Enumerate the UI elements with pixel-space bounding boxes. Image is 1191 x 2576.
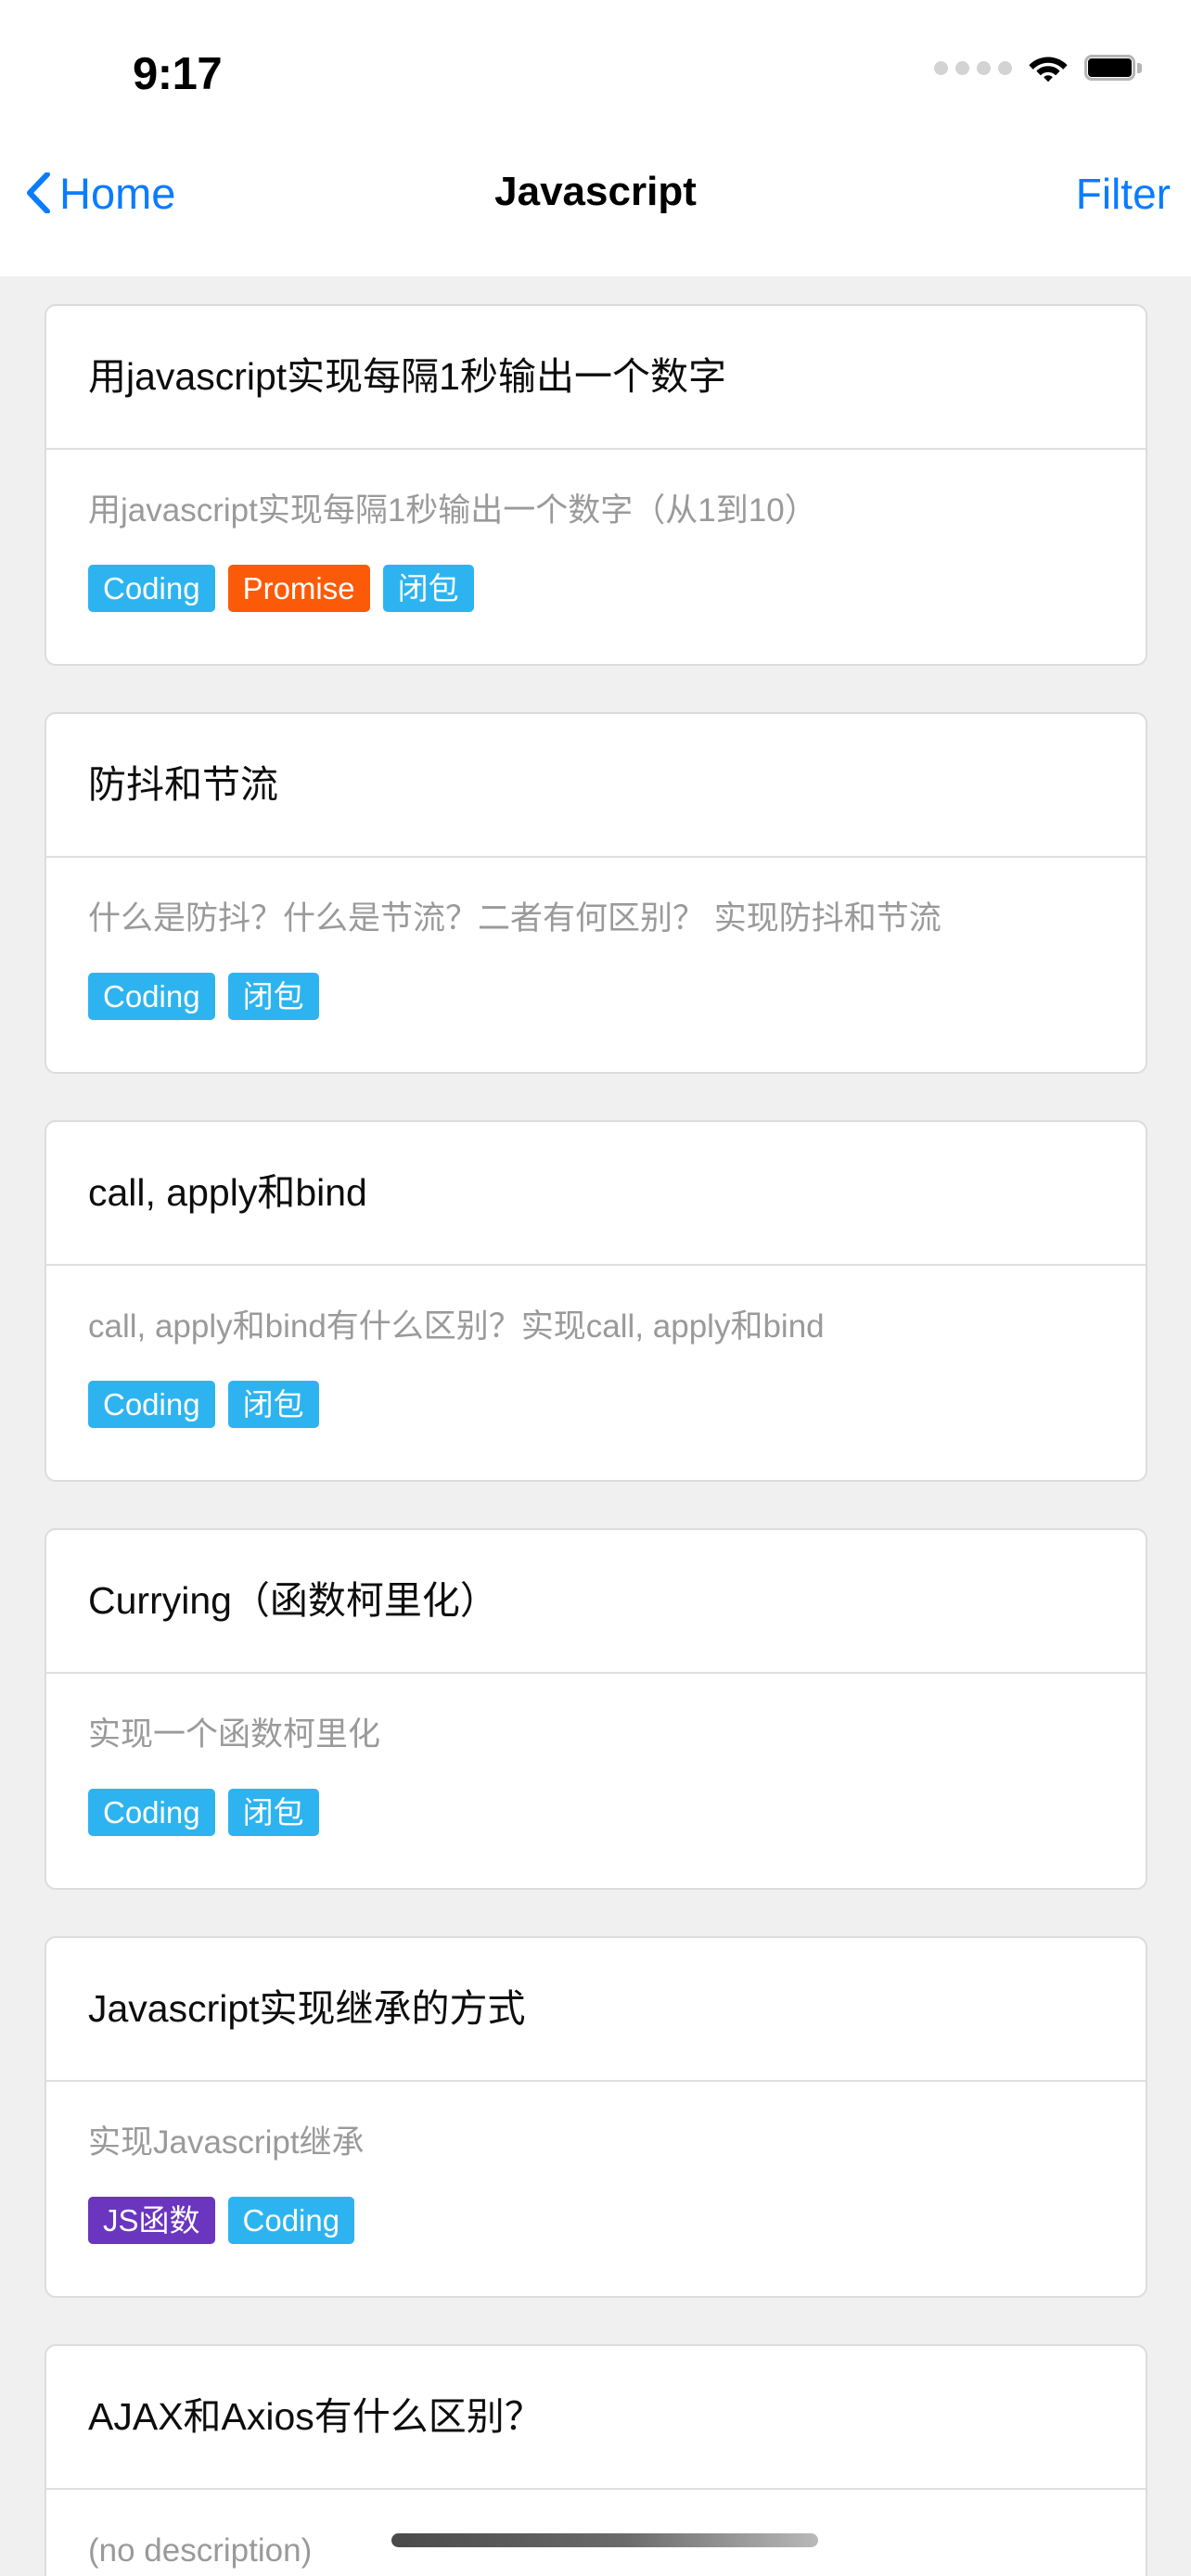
- question-tag[interactable]: 闭包: [227, 1788, 319, 1836]
- question-description: call, apply和bind有什么区别？实现call, apply和bind: [88, 1308, 825, 1345]
- question-description: 实现Javascript继承: [88, 2124, 365, 2161]
- question-title: AJAX和Axios有什么区别？: [88, 2394, 543, 2438]
- question-card-body: 实现Javascript继承 JS函数 Coding: [46, 2082, 1146, 2244]
- question-title: Currying（函数柯里化）: [88, 1578, 498, 1622]
- question-card[interactable]: 用javascript实现每隔1秒输出一个数字用javascript实现每隔1秒…: [45, 304, 1147, 666]
- question-tag[interactable]: 闭包: [382, 564, 474, 612]
- question-title: 用javascript实现每隔1秒输出一个数字: [88, 354, 726, 398]
- question-tag[interactable]: Coding: [88, 972, 215, 1020]
- battery-full-icon: [1084, 55, 1142, 81]
- question-card-header: 用javascript实现每隔1秒输出一个数字: [46, 306, 1146, 450]
- question-tag[interactable]: Coding: [88, 1788, 215, 1836]
- question-tag[interactable]: Promise: [227, 564, 370, 612]
- question-card-body: 什么是防抖？什么是节流？二者有何区别？ 实现防抖和节流 Coding 闭包: [46, 858, 1146, 1020]
- question-card-body: 用javascript实现每隔1秒输出一个数字（从1到10） Coding Prom…: [46, 450, 1146, 612]
- question-tag-list: Coding 闭包: [88, 972, 1104, 1020]
- question-tag[interactable]: JS函数: [88, 2196, 215, 2244]
- question-description: 什么是防抖？什么是节流？二者有何区别？ 实现防抖和节流: [88, 900, 941, 937]
- question-card[interactable]: 防抖和节流什么是防抖？什么是节流？二者有何区别？ 实现防抖和节流 Coding 闭包: [45, 712, 1147, 1074]
- navigation-bar: Home Javascript Filter: [0, 147, 1191, 276]
- question-card[interactable]: call, apply和bind call, apply和bind有什么区别？实现…: [45, 1120, 1147, 1482]
- question-card[interactable]: Javascript实现继承的方式实现Javascript继承 JS函数 Codin…: [45, 1936, 1147, 2298]
- home-indicator[interactable]: [391, 2533, 818, 2547]
- question-tag[interactable]: 闭包: [227, 1380, 319, 1428]
- question-title: 防抖和节流: [88, 762, 278, 806]
- question-card-header: AJAX和Axios有什么区别？: [46, 2346, 1146, 2490]
- question-tag[interactable]: Coding: [227, 2196, 355, 2244]
- status-bar-indicators: [934, 53, 1142, 83]
- question-list[interactable]: 用javascript实现每隔1秒输出一个数字用javascript实现每隔1秒…: [0, 276, 1191, 2576]
- question-card-header: 防抖和节流: [46, 714, 1146, 858]
- question-card[interactable]: Currying（函数柯里化） 实现一个函数柯里化 Coding 闭包: [45, 1528, 1147, 1890]
- question-tag-list: Coding 闭包: [88, 1788, 1104, 1836]
- question-title: Javascript实现继承的方式: [88, 1986, 526, 2030]
- question-description: 用javascript实现每隔1秒输出一个数字（从1到10）: [88, 492, 817, 529]
- question-tag[interactable]: Coding: [88, 1380, 215, 1428]
- wifi-icon: [1028, 53, 1069, 83]
- page-title: Javascript: [494, 169, 697, 214]
- question-title: call, apply和bind: [88, 1170, 367, 1214]
- question-tag[interactable]: 闭包: [227, 972, 319, 1020]
- question-card-body: 实现一个函数柯里化 Coding 闭包: [46, 1674, 1146, 1836]
- question-card-body: call, apply和bind有什么区别？实现call, apply和bind…: [46, 1266, 1146, 1428]
- cellular-signal-icon: [934, 60, 1012, 75]
- question-card-header: Currying（函数柯里化）: [46, 1530, 1146, 1674]
- status-bar-time: 9:17: [133, 49, 223, 99]
- question-tag-list: Coding 闭包: [88, 1380, 1104, 1428]
- question-description: 实现一个函数柯里化: [88, 1716, 381, 1753]
- question-tag-list: JS函数 Coding: [88, 2196, 1104, 2244]
- question-card-header: call, apply和bind: [46, 1122, 1146, 1266]
- question-tag-list: Coding Promise 闭包: [88, 564, 1104, 612]
- status-bar: 9:17: [0, 0, 1191, 147]
- phone-screen: 9:17 Home Javascript Filter 用javascript实…: [0, 0, 1191, 2576]
- question-card-header: Javascript实现继承的方式: [46, 1938, 1146, 2082]
- filter-button[interactable]: Filter: [1076, 169, 1171, 219]
- question-tag[interactable]: Coding: [88, 564, 215, 612]
